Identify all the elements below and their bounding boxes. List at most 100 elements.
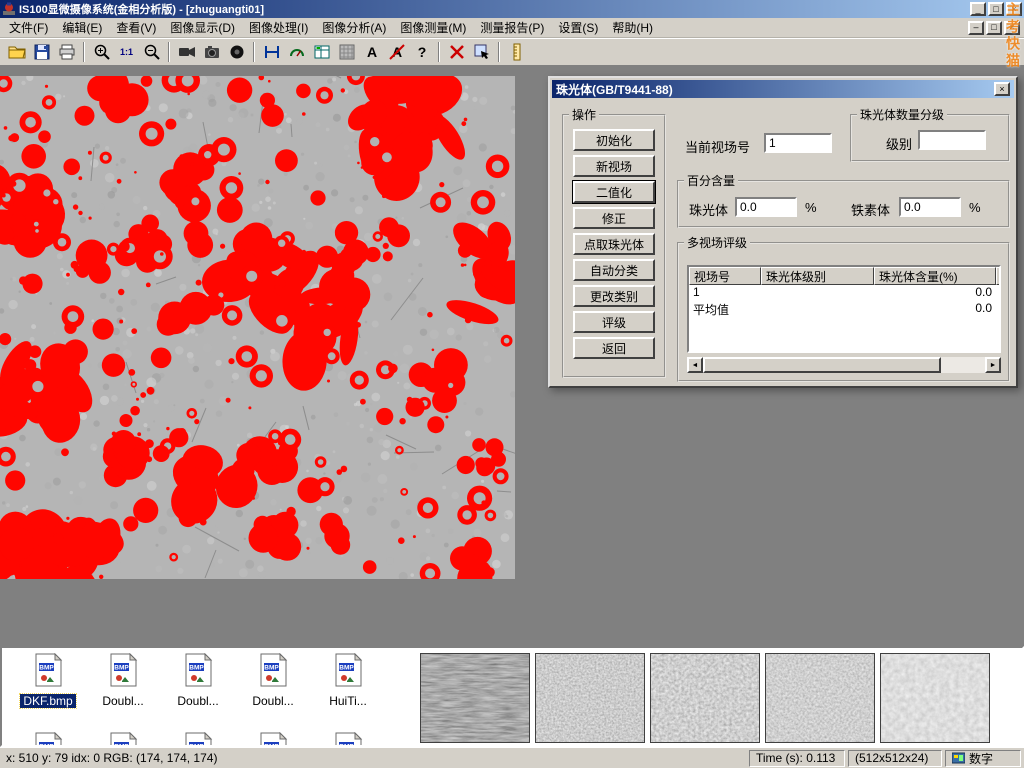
menu-measure-report[interactable]: 测量报告(P) — [473, 17, 551, 38]
menu-image-analysis[interactable]: 图像分析(A) — [315, 17, 393, 38]
percent-sign: % — [969, 200, 981, 215]
bmp-file-icon: BMP — [183, 653, 213, 687]
annotate-text-button[interactable]: A — [359, 40, 384, 64]
pick-pearlite-button[interactable]: 点取珠光体 — [573, 233, 655, 255]
file-item-partial[interactable]: BMP — [12, 732, 84, 747]
zoom-in-button[interactable] — [89, 40, 114, 64]
maximize-button[interactable]: □ — [988, 2, 1004, 16]
grade-button[interactable]: 评级 — [573, 311, 655, 333]
menu-edit[interactable]: 编辑(E) — [55, 17, 109, 38]
pointer-grid-button[interactable] — [469, 40, 494, 64]
ferrite-percent-input[interactable] — [899, 197, 961, 217]
file-item-5[interactable]: BMPHuiTi... — [312, 653, 384, 710]
table-cell: 平均值 — [689, 301, 761, 317]
app-icon — [2, 2, 16, 16]
svg-text:BMP: BMP — [114, 744, 129, 748]
gallery-thumbnail-5[interactable] — [880, 653, 990, 743]
result-table-button[interactable] — [309, 40, 334, 64]
video-button[interactable] — [174, 40, 199, 64]
menu-help[interactable]: 帮助(H) — [605, 17, 660, 38]
zoom-out-button[interactable] — [139, 40, 164, 64]
pattern-button[interactable] — [334, 40, 359, 64]
menu-image-process[interactable]: 图像处理(I) — [242, 17, 315, 38]
mdi-restore-button[interactable]: □ — [986, 21, 1002, 35]
scroll-right-button[interactable]: ► — [985, 357, 1001, 373]
new-field-button[interactable]: 新视场 — [573, 155, 655, 177]
file-item-1[interactable]: BMPDKF.bmp — [12, 653, 84, 710]
open-button[interactable] — [4, 40, 29, 64]
file-item-partial[interactable]: BMP — [237, 732, 309, 747]
menu-settings[interactable]: 设置(S) — [551, 17, 605, 38]
caliper-measure-button[interactable] — [259, 40, 284, 64]
video-camera-icon — [178, 43, 196, 61]
column-header-2[interactable]: 珠光体级别 — [761, 267, 874, 285]
column-header-3[interactable]: 珠光体含量(%) — [874, 267, 996, 285]
rating-table[interactable]: 视场号珠光体级别珠光体含量(%)铁素体 10.0平均值 0.0 — [687, 265, 1001, 353]
multi-field-group-label: 多视场评级 — [684, 234, 750, 251]
table-chart-icon — [313, 43, 331, 61]
pearlite-percent-input[interactable] — [735, 197, 797, 217]
table-horizontal-scrollbar[interactable]: ◄ ► — [687, 357, 1001, 373]
toolbar-separator — [168, 42, 170, 62]
table-row[interactable]: 平均值 0.0 — [689, 301, 1001, 317]
binarize-button[interactable]: 二值化 — [573, 181, 655, 203]
ruler-button[interactable] — [504, 40, 529, 64]
application-window: IS100显微摄像系统(金相分析版) - [zhuguangti01] _ □ … — [0, 0, 1024, 768]
change-class-button[interactable]: 更改类别 — [573, 285, 655, 307]
file-item-partial[interactable]: BMP — [312, 732, 384, 747]
help-button[interactable]: ? — [409, 40, 434, 64]
table-cell: 0.0 — [874, 301, 996, 317]
bmp-file-icon: BMP — [333, 653, 363, 687]
gallery-thumbnail-3[interactable] — [650, 653, 760, 743]
file-item-partial[interactable]: BMP — [162, 732, 234, 747]
gauge-icon — [288, 43, 306, 61]
mode-label: 数字 — [969, 750, 993, 767]
file-item-3[interactable]: BMPDoubl... — [162, 653, 234, 710]
image-size-readout: (512x512x24) — [848, 750, 942, 767]
caliper-icon — [263, 43, 281, 61]
file-item-4[interactable]: BMPDoubl... — [237, 653, 309, 710]
gallery-thumbnail-1[interactable] — [420, 653, 530, 743]
level-input[interactable] — [918, 130, 986, 150]
menu-view[interactable]: 查看(V) — [109, 17, 163, 38]
svg-text:BMP: BMP — [39, 744, 54, 748]
save-button[interactable] — [29, 40, 54, 64]
scroll-left-button[interactable]: ◄ — [687, 357, 703, 373]
column-header-4[interactable]: 铁素体 — [996, 267, 1001, 285]
zoom-out-icon — [143, 43, 161, 61]
scrollbar-track[interactable] — [703, 357, 985, 373]
capture-button[interactable] — [224, 40, 249, 64]
minimize-button[interactable]: _ — [970, 2, 986, 16]
printer-icon — [58, 43, 76, 61]
bmp-file-icon: BMP — [33, 653, 63, 687]
menu-file[interactable]: 文件(F) — [2, 17, 55, 38]
dialog-title-bar[interactable]: 珠光体(GB/T9441-88) × — [552, 80, 1014, 98]
percent-group-label: 百分含量 — [684, 172, 738, 189]
current-field-input[interactable] — [764, 133, 832, 153]
gallery-thumbnail-4[interactable] — [765, 653, 875, 743]
operation-group-label: 操作 — [569, 106, 599, 123]
file-item-2[interactable]: BMPDoubl... — [87, 653, 159, 710]
column-header-1[interactable]: 视场号 — [689, 267, 761, 285]
print-button[interactable] — [54, 40, 79, 64]
actual-size-button[interactable]: 1:1 — [114, 40, 139, 64]
auto-classify-button[interactable]: 自动分类 — [573, 259, 655, 281]
gallery-thumbnail-2[interactable] — [535, 653, 645, 743]
scrollbar-thumb[interactable] — [703, 357, 941, 373]
correct-button[interactable]: 修正 — [573, 207, 655, 229]
initialize-button[interactable]: 初始化 — [573, 129, 655, 151]
mdi-minimize-button[interactable]: – — [968, 21, 984, 35]
table-row[interactable]: 10.0 — [689, 285, 1001, 301]
file-item-partial[interactable]: BMP — [87, 732, 159, 747]
dialog-close-button[interactable]: × — [994, 82, 1010, 96]
specimen-image[interactable] — [0, 76, 515, 579]
menu-image-measure[interactable]: 图像测量(M) — [393, 17, 473, 38]
return-button[interactable]: 返回 — [573, 337, 655, 359]
camera-button[interactable] — [199, 40, 224, 64]
annotate-text-off-button[interactable]: A — [384, 40, 409, 64]
table-cell — [761, 285, 874, 301]
gauge-measure-button[interactable] — [284, 40, 309, 64]
percent-sign: % — [805, 200, 817, 215]
menu-image-display[interactable]: 图像显示(D) — [163, 17, 242, 38]
cut-button[interactable] — [444, 40, 469, 64]
